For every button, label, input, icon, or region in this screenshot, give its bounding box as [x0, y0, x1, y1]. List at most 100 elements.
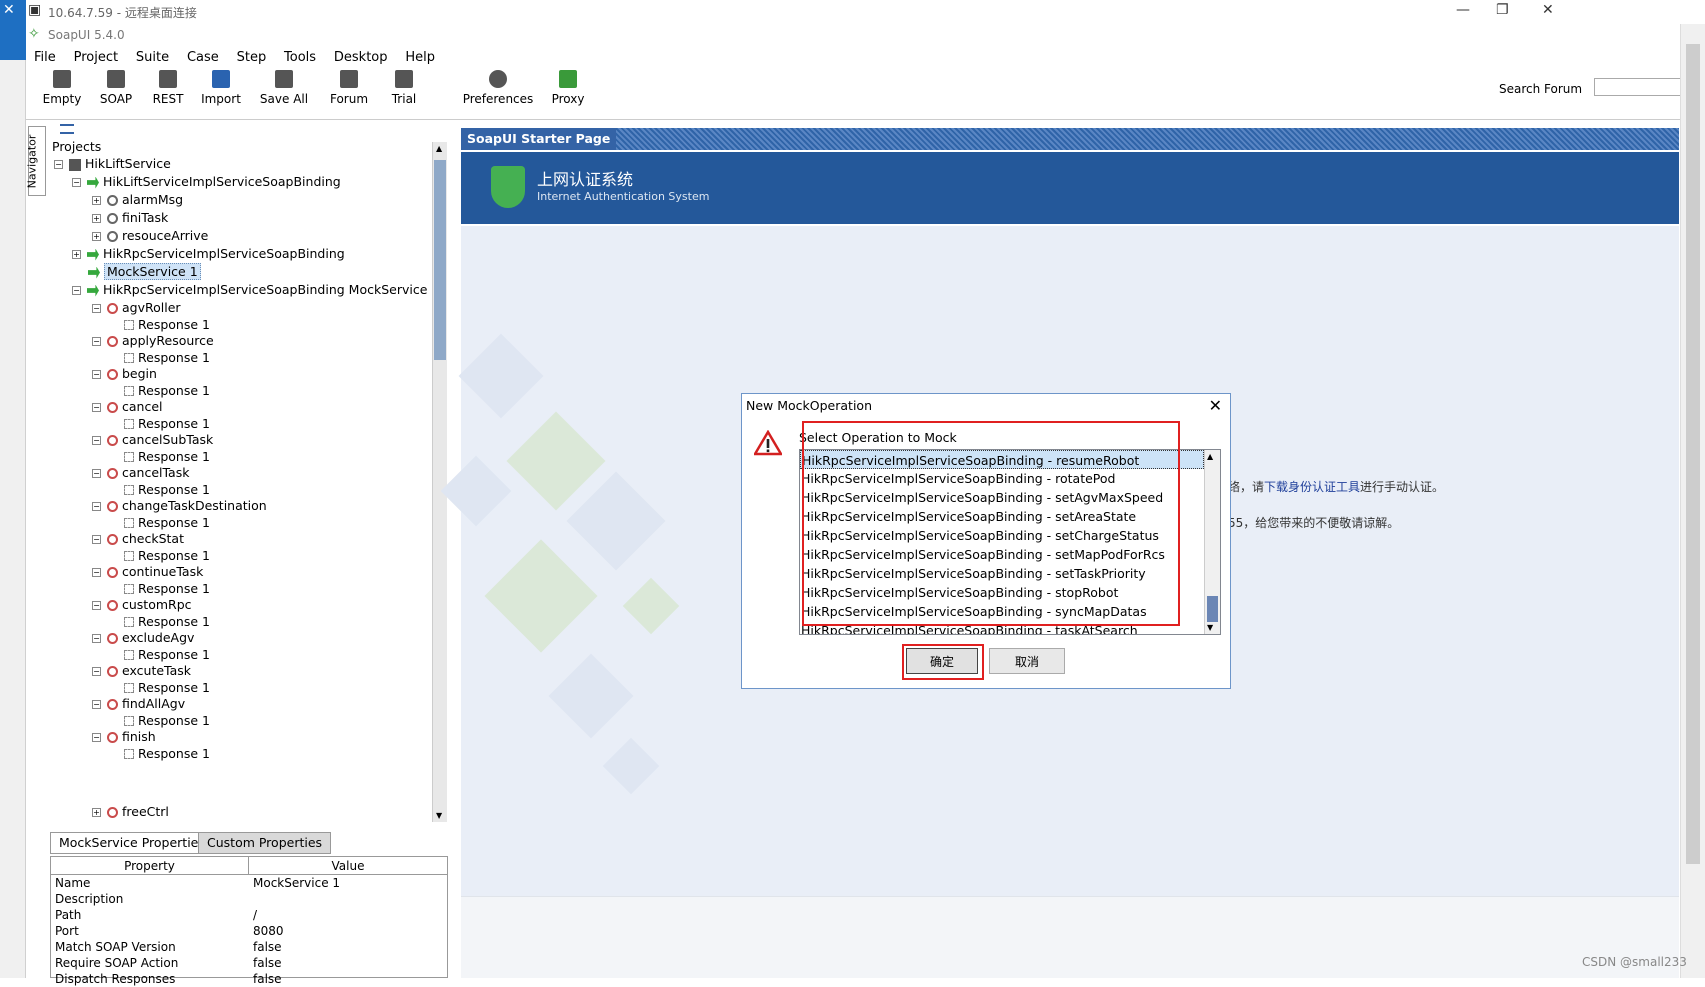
property-row[interactable]: Dispatch Responses false [51, 971, 447, 987]
operation-list-scrollbar[interactable]: ▲ ▼ [1204, 450, 1220, 634]
starter-page-tab[interactable]: SoapUI Starter Page [461, 128, 1679, 150]
tree-operation[interactable]: + resouceArrive [92, 227, 208, 245]
forum-button[interactable]: Forum [324, 70, 374, 118]
close-icon[interactable]: ✕ [1542, 2, 1554, 18]
property-row[interactable]: Name MockService 1 [51, 875, 447, 891]
trial-button[interactable]: Trial [384, 70, 424, 118]
tree-response[interactable]: Response 1 [124, 481, 210, 499]
tree-mock-operation[interactable]: − continueTask [92, 563, 203, 581]
tree-mock-operation[interactable]: − cancelTask [92, 464, 189, 482]
restore-icon[interactable]: ❐ [1496, 2, 1509, 18]
close-icon[interactable]: ✕ [1209, 396, 1222, 415]
tree-mock-operation[interactable]: − begin [92, 365, 157, 383]
cancel-button[interactable]: 取消 [989, 648, 1065, 674]
menu-step[interactable]: Step [237, 48, 267, 68]
menu-desktop[interactable]: Desktop [334, 48, 388, 68]
operation-list-item[interactable]: HikRpcServiceImplServiceSoapBinding - sy… [800, 602, 1204, 621]
tree-mock-operation[interactable]: − excuteTask [92, 662, 191, 680]
minimize-icon[interactable]: — [1456, 2, 1470, 18]
tree-project[interactable]: − HikLiftService [54, 155, 171, 173]
tree-binding[interactable]: − HikLiftServiceImplServiceSoapBinding [72, 173, 341, 191]
tree-mockservice[interactable]: − HikRpcServiceImplServiceSoapBinding Moc… [72, 281, 427, 299]
download-link[interactable]: 下载身份认证工具 [1264, 480, 1360, 494]
tree-operation[interactable]: + alarmMsg [92, 191, 183, 209]
tree-mock-operation[interactable]: − finish [92, 728, 156, 746]
outer-scrollbar[interactable] [1680, 24, 1705, 978]
tree-mock-operation[interactable]: − customRpc [92, 596, 192, 614]
tree-response[interactable]: Response 1 [124, 415, 210, 433]
tree-view-icon[interactable] [60, 124, 74, 134]
close-icon[interactable]: ✕ [3, 2, 15, 18]
menu-project[interactable]: Project [74, 48, 118, 68]
tree-response[interactable]: Response 1 [124, 547, 210, 565]
tree-operation[interactable]: + finiTask [92, 209, 168, 227]
import-button[interactable]: Import [196, 70, 246, 118]
tree-scroll-thumb[interactable] [434, 160, 446, 360]
tree-mock-operation[interactable]: − checkStat [92, 530, 184, 548]
left-collapse-strip[interactable] [10, 140, 24, 900]
navigator-tab[interactable]: Navigator [25, 126, 46, 196]
operation-list-item[interactable]: HikRpcServiceImplServiceSoapBinding - se… [800, 545, 1204, 564]
tree-response[interactable]: Response 1 [124, 580, 210, 598]
save-all-button[interactable]: Save All [254, 70, 314, 118]
ok-button[interactable]: 确定 [906, 648, 978, 674]
scroll-up-icon[interactable]: ▲ [436, 144, 442, 153]
scroll-down-icon[interactable]: ▼ [1207, 623, 1213, 632]
empty-button[interactable]: Empty [42, 70, 82, 118]
tree-mock-operation[interactable]: − excludeAgv [92, 629, 194, 647]
tree-binding[interactable]: + HikRpcServiceImplServiceSoapBinding [72, 245, 345, 263]
scroll-up-icon[interactable]: ▲ [1207, 452, 1213, 461]
operation-list-item[interactable]: HikRpcServiceImplServiceSoapBinding - se… [800, 526, 1204, 545]
tree-response[interactable]: Response 1 [124, 448, 210, 466]
operation-list-item[interactable]: HikRpcServiceImplServiceSoapBinding - se… [800, 488, 1204, 507]
tree-response[interactable]: Response 1 [124, 514, 210, 532]
proxy-button[interactable]: Proxy [548, 70, 588, 118]
mock-operation-icon [107, 369, 118, 380]
mockservice-icon [88, 266, 100, 279]
tree-mockservice[interactable]: MockService 1 [88, 263, 201, 281]
preferences-button[interactable]: Preferences [460, 70, 536, 118]
operation-list-item[interactable]: HikRpcServiceImplServiceSoapBinding - re… [800, 450, 1204, 469]
response-icon [124, 353, 134, 363]
tree-response[interactable]: Response 1 [124, 382, 210, 400]
outer-scroll-thumb[interactable] [1686, 44, 1700, 864]
property-row[interactable]: Path / [51, 907, 447, 923]
tree-mock-operation[interactable]: + freeCtrl [92, 803, 169, 821]
operation-list-item[interactable]: HikRpcServiceImplServiceSoapBinding - ta… [800, 621, 1204, 634]
tree-mock-operation[interactable]: − changeTaskDestination [92, 497, 267, 515]
search-forum-input[interactable] [1594, 78, 1694, 96]
property-row[interactable]: Match SOAP Version false [51, 939, 447, 955]
tab-mockservice-properties[interactable]: MockService Properties [50, 832, 214, 854]
tree-response[interactable]: Response 1 [124, 349, 210, 367]
operation-list-item[interactable]: HikRpcServiceImplServiceSoapBinding - se… [800, 507, 1204, 526]
operation-list-item[interactable]: HikRpcServiceImplServiceSoapBinding - ro… [800, 469, 1204, 488]
operation-scroll-thumb[interactable] [1207, 596, 1218, 622]
tree-mock-operation[interactable]: − applyResource [92, 332, 214, 350]
operation-list-item[interactable]: HikRpcServiceImplServiceSoapBinding - se… [800, 564, 1204, 583]
soap-button[interactable]: SOAP [96, 70, 136, 118]
tree-response[interactable]: Response 1 [124, 646, 210, 664]
tree-response[interactable]: Response 1 [124, 712, 210, 730]
property-row[interactable]: Require SOAP Action false [51, 955, 447, 971]
menu-suite[interactable]: Suite [136, 48, 169, 68]
tree-mock-operation[interactable]: − cancelSubTask [92, 431, 213, 449]
tree-response[interactable]: Response 1 [124, 679, 210, 697]
operation-list[interactable]: HikRpcServiceImplServiceSoapBinding - re… [799, 449, 1221, 635]
property-row[interactable]: Port 8080 [51, 923, 447, 939]
tree-response[interactable]: Response 1 [124, 316, 210, 334]
tree-response[interactable]: Response 1 [124, 745, 210, 763]
menu-file[interactable]: File [34, 48, 56, 68]
tree-mock-operation[interactable]: − findAllAgv [92, 695, 185, 713]
property-row[interactable]: Description [51, 891, 447, 907]
operation-list-item[interactable]: HikRpcServiceImplServiceSoapBinding - st… [800, 583, 1204, 602]
scroll-down-icon[interactable]: ▼ [436, 811, 442, 820]
tree-response[interactable]: Response 1 [124, 613, 210, 631]
tree-scrollbar[interactable]: ▲ ▼ [432, 142, 447, 822]
tab-custom-properties[interactable]: Custom Properties [198, 832, 332, 854]
rest-button[interactable]: REST [148, 70, 188, 118]
menu-tools[interactable]: Tools [284, 48, 316, 68]
tree-mock-operation[interactable]: − cancel [92, 398, 163, 416]
tree-mock-operation[interactable]: − agvRoller [92, 299, 181, 317]
menu-case[interactable]: Case [187, 48, 219, 68]
menu-help[interactable]: Help [405, 48, 435, 68]
